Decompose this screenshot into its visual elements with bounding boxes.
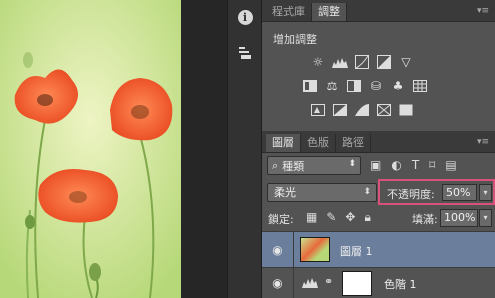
collapsed-panel-dock: i [227, 0, 262, 298]
tab-libraries[interactable]: 程式庫 [266, 3, 312, 21]
channel-mixer-icon[interactable]: ♣ [390, 79, 406, 93]
brightness-contrast-icon[interactable]: ☼ [310, 55, 326, 69]
levels-icon[interactable] [332, 55, 348, 69]
adjust-icons-row-2: ⚖ ⛁ ♣ [302, 79, 428, 93]
lock-image-icon[interactable]: ✎ [326, 210, 336, 225]
selective-color-icon[interactable] [398, 103, 414, 117]
color-balance-icon[interactable]: ⚖ [324, 79, 340, 93]
lock-position-icon[interactable]: ✥ [345, 210, 355, 225]
layer-name[interactable]: 圖層 1 [340, 243, 373, 259]
adjustments-panel: 增加調整 ☼ ▽ ⚖ ⛁ ♣ [262, 22, 495, 130]
mask-link-icon[interactable]: ⚭ [324, 275, 333, 288]
layers-panel-menu-icon[interactable]: ▾≡ [477, 137, 489, 147]
lock-fill-row: 鎖定: ▦ ✎ ✥ 🔒︎ 填滿: 100% ▾ [262, 205, 495, 231]
poppy-photo [0, 0, 181, 298]
adjust-icons-row-3 [310, 103, 414, 117]
adjust-icons-row-1: ☼ ▽ [310, 55, 414, 69]
shape-filter-icon[interactable]: ⌑ [429, 158, 435, 172]
gradient-map-icon[interactable] [376, 103, 392, 117]
visibility-eye-icon[interactable]: ◉ [262, 268, 294, 298]
layer-mask-thumbnail [342, 271, 372, 296]
invert-icon[interactable] [310, 103, 326, 117]
color-lookup-icon[interactable] [412, 79, 428, 93]
document-canvas[interactable] [0, 0, 181, 298]
lock-label: 鎖定: [268, 213, 294, 226]
tab-channels[interactable]: 色版 [301, 134, 336, 152]
tool-presets-icon [239, 47, 251, 59]
opacity-input[interactable]: 50% [442, 184, 477, 201]
fill-dropdown-icon[interactable]: ▾ [479, 209, 492, 227]
layer-filter-row: ⌕ 種類 ⬍ ▣ ◐ T ⌑ ▤ [262, 153, 495, 179]
search-icon: ⌕ [272, 158, 279, 172]
blend-mode-value: 柔光 [274, 186, 296, 199]
curves-icon[interactable] [354, 55, 370, 69]
blend-mode-select[interactable]: 柔光 ⬍ [267, 183, 377, 202]
tab-adjustments[interactable]: 調整 [312, 3, 347, 21]
opacity-label: 不透明度: [387, 188, 435, 201]
fill-input[interactable]: 100% [440, 209, 478, 227]
layer-row-2[interactable]: ◉ ⚭ 色階 1 [262, 267, 495, 298]
layer-thumbnail [300, 237, 330, 262]
opacity-highlight: 不透明度: 50% ▾ [378, 179, 495, 205]
info-icon: i [237, 9, 253, 25]
fill-label: 填滿: [412, 213, 438, 226]
layer-name[interactable]: 色階 1 [384, 276, 417, 292]
lock-icons: ▦ ✎ ✥ 🔒︎ [306, 210, 371, 225]
type-filter-icon[interactable]: T [412, 158, 419, 172]
visibility-eye-icon[interactable]: ◉ [262, 232, 294, 267]
levels-adjustment-icon [302, 276, 318, 291]
canvas-pasteboard [181, 0, 227, 298]
tool-presets-button[interactable] [234, 42, 256, 64]
info-panel-button[interactable]: i [234, 6, 256, 28]
chevron-updown-icon: ⬍ [363, 187, 371, 197]
layer-kind-filter[interactable]: ⌕ 種類 ⬍ [267, 156, 361, 175]
panel-menu-icon[interactable]: ▾≡ [477, 6, 489, 16]
lock-transparent-icon[interactable]: ▦ [306, 210, 317, 225]
lock-all-icon[interactable]: 🔒︎ [364, 210, 370, 225]
pixel-filter-icon[interactable]: ▣ [370, 158, 381, 172]
threshold-icon[interactable] [354, 103, 370, 117]
blend-opacity-row: 柔光 ⬍ 不透明度: 50% ▾ [262, 179, 495, 205]
adjustments-title: 增加調整 [273, 33, 317, 46]
layers-panel-tabbar: 圖層 色版 路徑 ▾≡ [262, 131, 495, 153]
hue-saturation-icon[interactable] [302, 79, 318, 93]
smart-object-filter-icon[interactable]: ▤ [445, 158, 456, 172]
posterize-icon[interactable] [332, 103, 348, 117]
adjustment-filter-icon[interactable]: ◐ [391, 158, 401, 172]
adjust-panel-tabbar: 程式庫 調整 ▾≡ [262, 0, 495, 22]
opacity-dropdown-icon[interactable]: ▾ [479, 184, 492, 201]
photo-filter-icon[interactable]: ⛁ [368, 79, 384, 93]
right-panels: 程式庫 調整 ▾≡ 增加調整 ☼ ▽ ⚖ ⛁ ♣ 圖層 色版 路徑 ▾≡ ⌕ 種… [262, 0, 495, 298]
vibrance-icon[interactable]: ▽ [398, 55, 414, 69]
exposure-icon[interactable] [376, 55, 392, 69]
filter-kind-label: 種類 [282, 159, 305, 173]
layer-row-1[interactable]: ◉ 圖層 1 [262, 231, 495, 267]
black-white-icon[interactable] [346, 79, 362, 93]
layer-filter-icons: ▣ ◐ T ⌑ ▤ [370, 158, 457, 172]
tab-layers[interactable]: 圖層 [266, 134, 301, 152]
chevron-down-icon: ⬍ [348, 159, 356, 169]
tab-paths[interactable]: 路徑 [336, 134, 371, 152]
layers-panel: 圖層 色版 路徑 ▾≡ ⌕ 種類 ⬍ ▣ ◐ T ⌑ ▤ 柔光 ⬍ 不透明度: … [262, 131, 495, 298]
